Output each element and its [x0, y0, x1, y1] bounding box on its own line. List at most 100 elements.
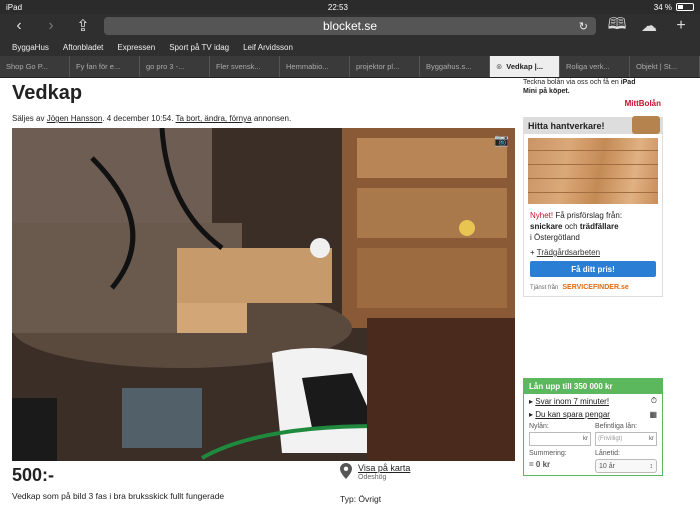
new-loan-input[interactable]: kr [529, 432, 591, 446]
loan-summary: Summering: = 0 kr Lånetid: 10 år ↕ [524, 448, 662, 475]
existing-loan-input[interactable]: (Frivilligt) kr [595, 432, 657, 446]
tradgard-row: + Trädgårdsarbeten [530, 248, 601, 257]
tab-label: Fy fan för e... [76, 62, 121, 71]
bookmarks-icon[interactable]: 🕮 [606, 13, 628, 40]
hantverkare-ad: Hitta hantverkare! Nyhet! Få prisförslag… [523, 116, 663, 297]
forward-icon[interactable]: › [40, 17, 62, 35]
bookmark-item[interactable]: Sport på TV idag [169, 43, 229, 52]
bank-ad[interactable]: Teckna bolån via oss och få en iPad Mini… [523, 78, 663, 108]
tab-label: Shop Go P... [6, 62, 48, 71]
address-bar[interactable]: blocket.se ↻ [104, 17, 596, 35]
craftsman-avatar [632, 116, 660, 134]
summary-value: = 0 kr [529, 460, 551, 469]
edit-listing-link[interactable]: Ta bort, ändra, förnya [176, 114, 252, 123]
mittbolan-logo: MittBolån [624, 99, 661, 108]
get-price-button[interactable]: Få ditt pris! [530, 261, 656, 277]
cloud-tabs-icon[interactable]: ☁ [638, 16, 660, 36]
reload-icon[interactable]: ↻ [579, 20, 588, 33]
service-from-label: Tjänst från [530, 284, 559, 291]
tab-bar: Shop Go P... Fy fan för e... go pro 3 -.… [0, 56, 700, 78]
tab-label: Hemmabio... [286, 62, 329, 71]
loan-row: ▸ Du kan spara pengar ▦ [529, 410, 657, 419]
browser-tab[interactable]: Shop Go P... [0, 56, 70, 77]
bookmark-item[interactable]: ByggaHus [12, 43, 49, 52]
new-tab-icon[interactable]: + [670, 17, 692, 35]
summary-label: Summering: [529, 450, 567, 457]
location-label: Ödeshög [358, 474, 387, 481]
bookmark-item[interactable]: Aftonbladet [63, 43, 103, 52]
browser-tab[interactable]: Byggahus.s... [420, 56, 490, 77]
hantverkare-text: Nyhet! Få prisförslag från: snickare och… [524, 208, 662, 245]
browser-tab[interactable]: Objekt | St... [630, 56, 700, 77]
listing-date: . 4 december 10:54. [102, 114, 174, 123]
bookmark-item[interactable]: Leif Arvidsson [243, 43, 293, 52]
listing-type: Typ: Övrigt [340, 494, 382, 504]
snickare-link[interactable]: snickare [530, 222, 562, 231]
battery-status: 34 % [654, 3, 694, 12]
deck-image[interactable] [528, 138, 658, 204]
hantverkare-header: Hitta hantverkare! [524, 116, 662, 134]
new-loan-label: Nylån: [529, 423, 549, 430]
save-money-link[interactable]: Du kan spara pengar [535, 410, 610, 419]
ad-bold: iPad [620, 79, 636, 86]
battery-percent: 34 % [653, 2, 672, 12]
and-text: och [564, 222, 578, 231]
browser-tab[interactable]: projektor pl... [350, 56, 420, 77]
percent-icon: ▦ [649, 410, 657, 419]
device-label: iPad [6, 2, 23, 12]
tab-label: projektor pl... [356, 62, 400, 71]
browser-tab[interactable]: Fler svensk... [210, 56, 280, 77]
loan-fields: Nylån: kr Befintliga lån: (Frivilligt) kr [524, 421, 662, 448]
url-text: blocket.se [322, 19, 378, 33]
tab-label: Fler svensk... [216, 62, 261, 71]
kr-unit: kr [649, 436, 654, 442]
term-value: 10 år [599, 462, 615, 470]
browser-tab-active[interactable]: ⊗ Vedkap |... [490, 56, 560, 77]
servicefinder-footer: Tjänst från SERVICEFINDER.se [524, 281, 662, 296]
tab-label: Objekt | St... [636, 62, 678, 71]
new-label: Nyhet! [530, 211, 554, 220]
browser-tab[interactable]: go pro 3 -... [140, 56, 210, 77]
servicefinder-logo: SERVICEFINDER.se [562, 284, 629, 291]
chevron-down-icon: ↕ [649, 462, 654, 470]
page-content: Vedkap Säljes av Jögen Hansson. 4 decemb… [0, 78, 700, 505]
seller-line: Säljes av Jögen Hansson. 4 december 10:5… [12, 114, 517, 123]
ad-bold: Mini på köpet. [523, 88, 570, 95]
loan-widget: Lån upp till 350 000 kr ▸ Svar inom 7 mi… [523, 378, 663, 476]
hantverkare-title: Hitta hantverkare! [528, 121, 605, 131]
back-icon[interactable]: ‹ [8, 17, 30, 35]
offer-text: Få prisförslag från: [555, 211, 623, 220]
tab-label: Roliga verk... [566, 62, 610, 71]
term-select[interactable]: 10 år ↕ [595, 459, 657, 473]
existing-loan-label: Befintliga lån: [595, 423, 638, 430]
bookmark-item[interactable]: Expressen [117, 43, 155, 52]
term-label: Lånetid: [595, 450, 620, 457]
tradfallare-link[interactable]: trädfällare [580, 222, 619, 231]
kr-unit: kr [583, 436, 588, 442]
listing-photo[interactable]: 📷 [12, 128, 515, 461]
listing-price: 500:- [12, 465, 55, 485]
loan-row: ▸ Svar inom 7 minuter! ⏱ [529, 396, 657, 406]
camera-icon[interactable]: 📷 [494, 133, 509, 147]
browser-tab[interactable]: Roliga verk... [560, 56, 630, 77]
stopwatch-icon: ⏱ [650, 396, 657, 405]
clock: 22:53 [327, 2, 348, 12]
sidebar: Teckna bolån via oss och få en iPad Mini… [523, 78, 663, 297]
show-on-map-link[interactable]: Visa på karta [358, 463, 410, 473]
battery-icon [676, 3, 694, 11]
map-block: Visa på karta Ödeshög [340, 463, 410, 481]
share-icon[interactable]: ⇪ [72, 16, 94, 36]
map-pin-icon [340, 463, 352, 479]
browser-tab[interactable]: Fy fan för e... [70, 56, 140, 77]
tradgardsarbeten-link[interactable]: Trädgårdsarbeten [537, 248, 600, 257]
close-tab-icon[interactable]: ⊗ [496, 62, 502, 71]
browser-tab[interactable]: Hemmabio... [280, 56, 350, 77]
tab-label: Byggahus.s... [426, 62, 472, 71]
loan-title: Lån upp till 350 000 kr [524, 379, 662, 394]
status-bar: iPad 22:53 34 % [0, 0, 700, 14]
bookmarks-bar: ByggaHus Aftonbladet Expressen Sport på … [0, 38, 700, 56]
ad-text: Teckna bolån via oss och få en [523, 79, 619, 86]
seller-link[interactable]: Jögen Hansson [47, 114, 103, 123]
answer-link[interactable]: Svar inom 7 minuter! [535, 397, 609, 406]
optional-placeholder: (Frivilligt) [598, 436, 623, 442]
